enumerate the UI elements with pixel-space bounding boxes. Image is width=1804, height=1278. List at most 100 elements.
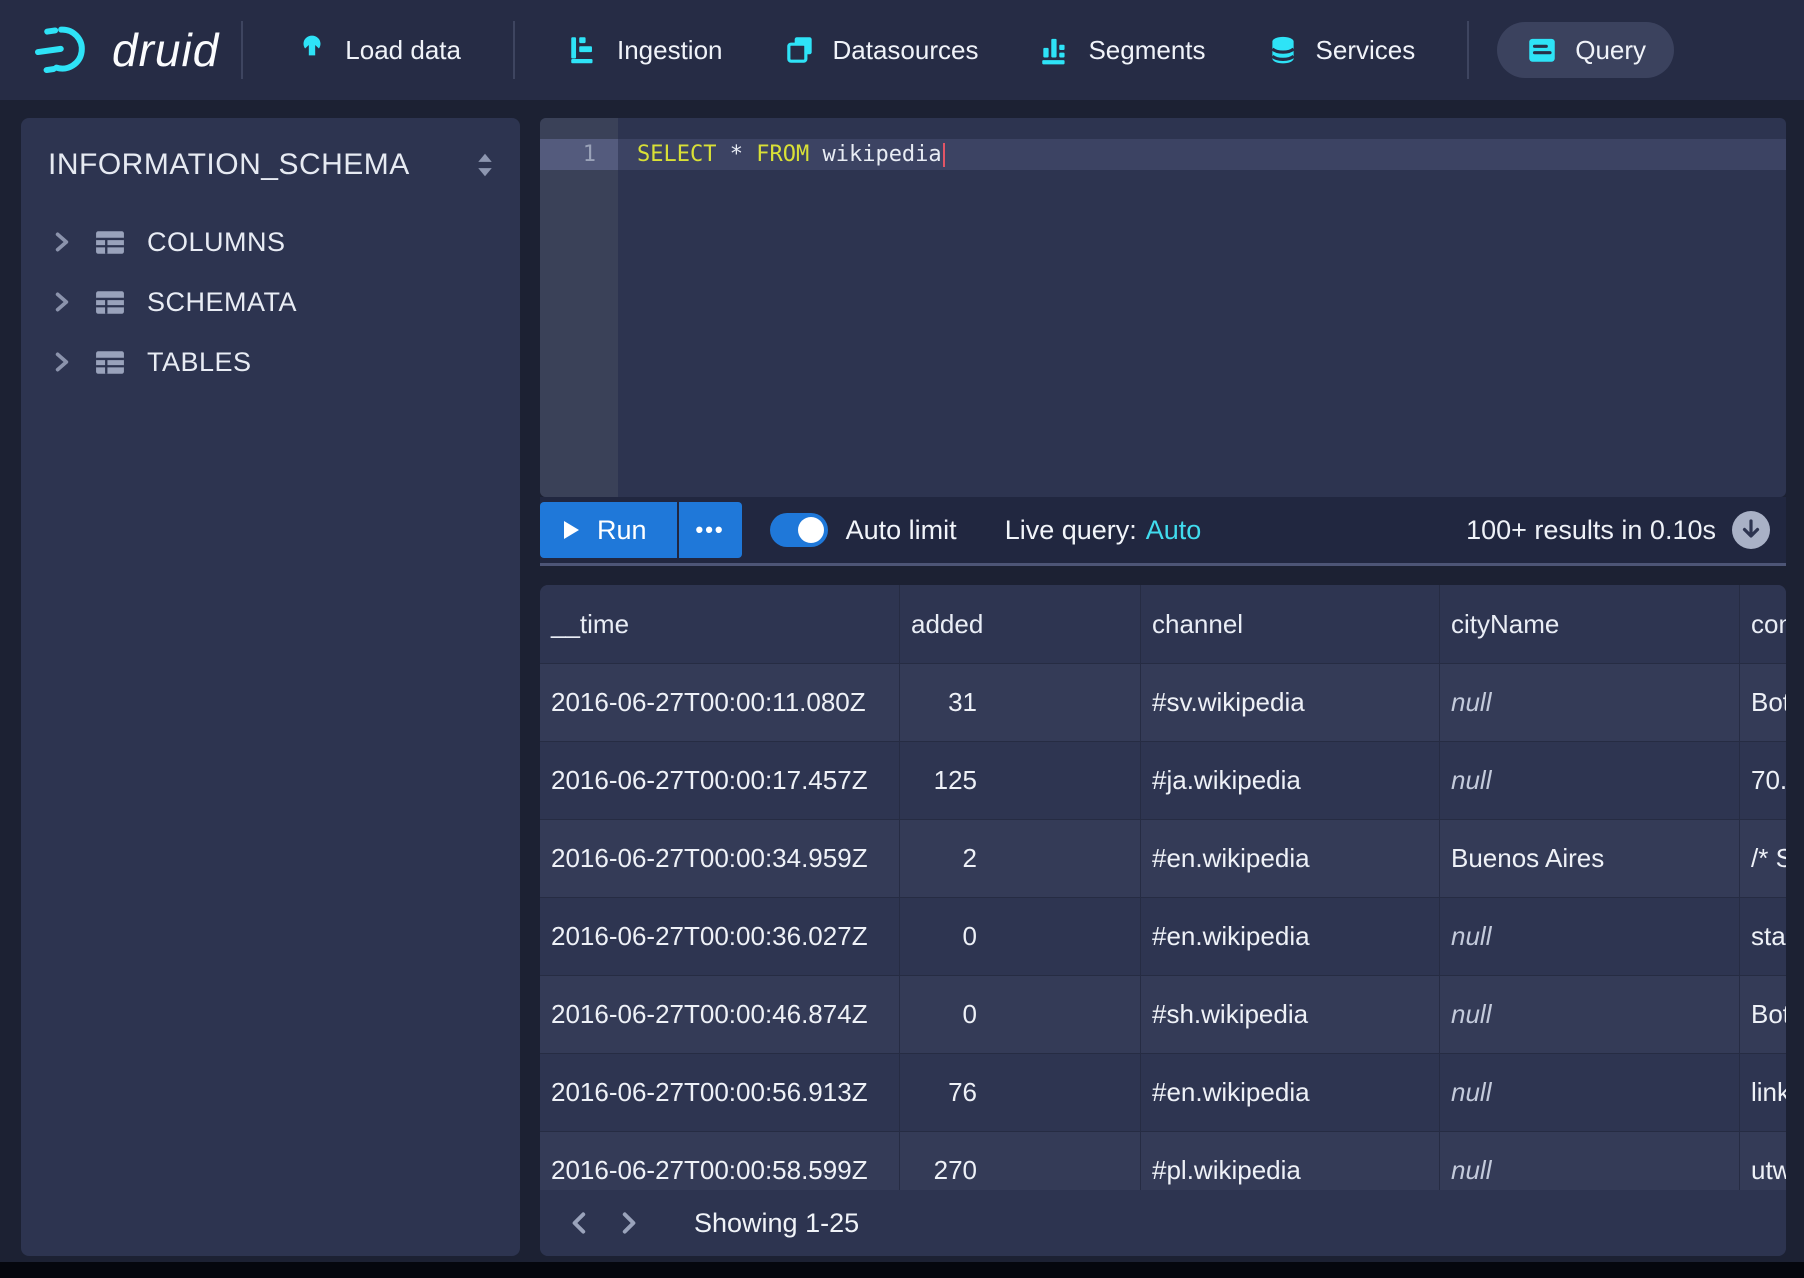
table-cell[interactable]: #ja.wikipedia <box>1141 742 1440 820</box>
nav-divider <box>241 21 243 79</box>
load-data-icon <box>295 33 329 67</box>
table-cell[interactable]: 2016-06-27T00:00:17.457Z <box>540 742 900 820</box>
tree-item-label: COLUMNS <box>147 227 286 258</box>
column-header-added[interactable]: added <box>900 585 1141 664</box>
table-cell[interactable]: 31 <box>900 664 1141 742</box>
table-cell[interactable]: 0 <box>900 898 1141 976</box>
table-cell[interactable]: 0 <box>900 976 1141 1054</box>
column-header-comment[interactable]: comment <box>1740 585 1786 664</box>
schema-title: INFORMATION_SCHEMA <box>48 148 410 182</box>
table-cell[interactable]: null <box>1440 664 1740 742</box>
table-cell[interactable]: 2016-06-27T00:00:34.959Z <box>540 820 900 898</box>
live-query-value[interactable]: Auto <box>1146 515 1202 545</box>
text-cursor <box>943 143 945 167</box>
table-cell[interactable]: 2 <box>900 820 1141 898</box>
table-row: 2016-06-27T00:00:46.874Z0#sh.wikipedianu… <box>540 976 1786 1054</box>
table-cell[interactable]: 70. <box>1740 742 1786 820</box>
run-button[interactable]: Run <box>540 502 677 558</box>
druid-logo-icon <box>34 22 100 78</box>
nav-item-segments[interactable]: Segments <box>1008 0 1235 100</box>
schema-selector[interactable]: INFORMATION_SCHEMA <box>21 118 520 190</box>
table-cell[interactable]: null <box>1440 1132 1740 1190</box>
nav-item-label: Ingestion <box>617 35 723 66</box>
sql-query-text[interactable]: SELECT * FROM wikipedia <box>637 139 945 170</box>
download-results-button[interactable] <box>1732 511 1770 549</box>
table-cell[interactable]: link <box>1740 1054 1786 1132</box>
table-cell[interactable]: #sh.wikipedia <box>1141 976 1440 1054</box>
tree-item-columns[interactable]: COLUMNS <box>21 212 520 272</box>
table-cell[interactable]: utw <box>1740 1132 1786 1190</box>
auto-limit-toggle[interactable] <box>770 513 828 547</box>
double-caret-icon[interactable] <box>476 152 494 178</box>
nav-item-services[interactable]: Services <box>1236 0 1446 100</box>
table-row: 2016-06-27T00:00:11.080Z31#sv.wikipedian… <box>540 664 1786 742</box>
table-cell[interactable]: 2016-06-27T00:00:11.080Z <box>540 664 900 742</box>
table-cell[interactable]: sta <box>1740 898 1786 976</box>
tree-item-label: SCHEMATA <box>147 287 297 318</box>
table-cell[interactable]: #sv.wikipedia <box>1141 664 1440 742</box>
sql-keyword: FROM <box>756 142 809 167</box>
schema-tree: COLUMNS SCHEMATA <box>21 212 520 392</box>
table-cell[interactable]: Buenos Aires <box>1440 820 1740 898</box>
table-cell[interactable]: 76 <box>900 1054 1141 1132</box>
table-cell[interactable]: #en.wikipedia <box>1141 1054 1440 1132</box>
table-cell[interactable]: 125 <box>900 742 1141 820</box>
ingestion-icon <box>567 33 601 67</box>
table-cell[interactable]: 2016-06-27T00:00:36.027Z <box>540 898 900 976</box>
query-icon <box>1525 33 1559 67</box>
sql-keyword: SELECT <box>637 142 716 167</box>
table-icon <box>95 230 125 255</box>
table-cell[interactable]: Bot <box>1740 976 1786 1054</box>
more-dots-icon: ••• <box>696 517 725 543</box>
table-cell[interactable]: null <box>1440 1054 1740 1132</box>
column-header-time[interactable]: __time <box>540 585 900 664</box>
table-cell[interactable]: null <box>1440 898 1740 976</box>
table-cell[interactable]: #en.wikipedia <box>1141 898 1440 976</box>
tree-item-tables[interactable]: TABLES <box>21 332 520 392</box>
nav-item-label: Datasources <box>833 35 979 66</box>
auto-limit-label: Auto limit <box>846 515 957 546</box>
table-cell[interactable]: null <box>1440 976 1740 1054</box>
nav-divider <box>513 21 515 79</box>
nav-item-ingestion[interactable]: Ingestion <box>537 0 753 100</box>
showing-range-label: Showing 1-25 <box>694 1208 859 1239</box>
splitter-handle[interactable] <box>540 563 1786 566</box>
schema-sidebar: INFORMATION_SCHEMA <box>21 118 520 1256</box>
table-cell[interactable]: 270 <box>900 1132 1141 1190</box>
tree-item-schemata[interactable]: SCHEMATA <box>21 272 520 332</box>
chevron-right-icon[interactable] <box>51 290 73 314</box>
nav-item-load-data[interactable]: Load data <box>265 0 491 100</box>
column-header-channel[interactable]: channel <box>1141 585 1440 664</box>
druid-brand[interactable]: druid <box>34 22 219 78</box>
next-page-button[interactable] <box>604 1199 652 1247</box>
column-header-cityname[interactable]: cityName <box>1440 585 1740 664</box>
sql-text: wikipedia <box>809 142 941 167</box>
table-row: 2016-06-27T00:00:36.027Z0#en.wikipedianu… <box>540 898 1786 976</box>
table-cell[interactable]: null <box>1440 742 1740 820</box>
nav-item-datasources[interactable]: Datasources <box>753 0 1009 100</box>
chevron-right-icon[interactable] <box>51 230 73 254</box>
table-row: 2016-06-27T00:00:58.599Z270#pl.wikipedia… <box>540 1132 1786 1190</box>
table-cell[interactable]: Bot <box>1740 664 1786 742</box>
segments-icon <box>1038 33 1072 67</box>
run-more-button[interactable]: ••• <box>679 502 742 558</box>
table-icon <box>95 290 125 315</box>
pagination-bar: Showing 1-25 <box>540 1190 1786 1256</box>
nav-item-label: Services <box>1316 35 1416 66</box>
table-icon <box>95 350 125 375</box>
services-icon <box>1266 33 1300 67</box>
table-cell[interactable]: /* S <box>1740 820 1786 898</box>
previous-page-button[interactable] <box>556 1199 604 1247</box>
sql-text: * <box>716 142 756 167</box>
table-cell[interactable]: 2016-06-27T00:00:56.913Z <box>540 1054 900 1132</box>
nav-item-label: Segments <box>1088 35 1205 66</box>
chevron-right-icon[interactable] <box>51 350 73 374</box>
table-cell[interactable]: 2016-06-27T00:00:46.874Z <box>540 976 900 1054</box>
table-cell[interactable]: #pl.wikipedia <box>1141 1132 1440 1190</box>
sql-editor[interactable]: 1 SELECT * FROM wikipedia <box>540 118 1786 497</box>
table-cell[interactable]: 2016-06-27T00:00:58.599Z <box>540 1132 900 1190</box>
line-number: 1 <box>540 139 596 170</box>
nav-divider <box>1467 21 1469 79</box>
table-cell[interactable]: #en.wikipedia <box>1141 820 1440 898</box>
nav-item-query[interactable]: Query <box>1497 22 1674 78</box>
